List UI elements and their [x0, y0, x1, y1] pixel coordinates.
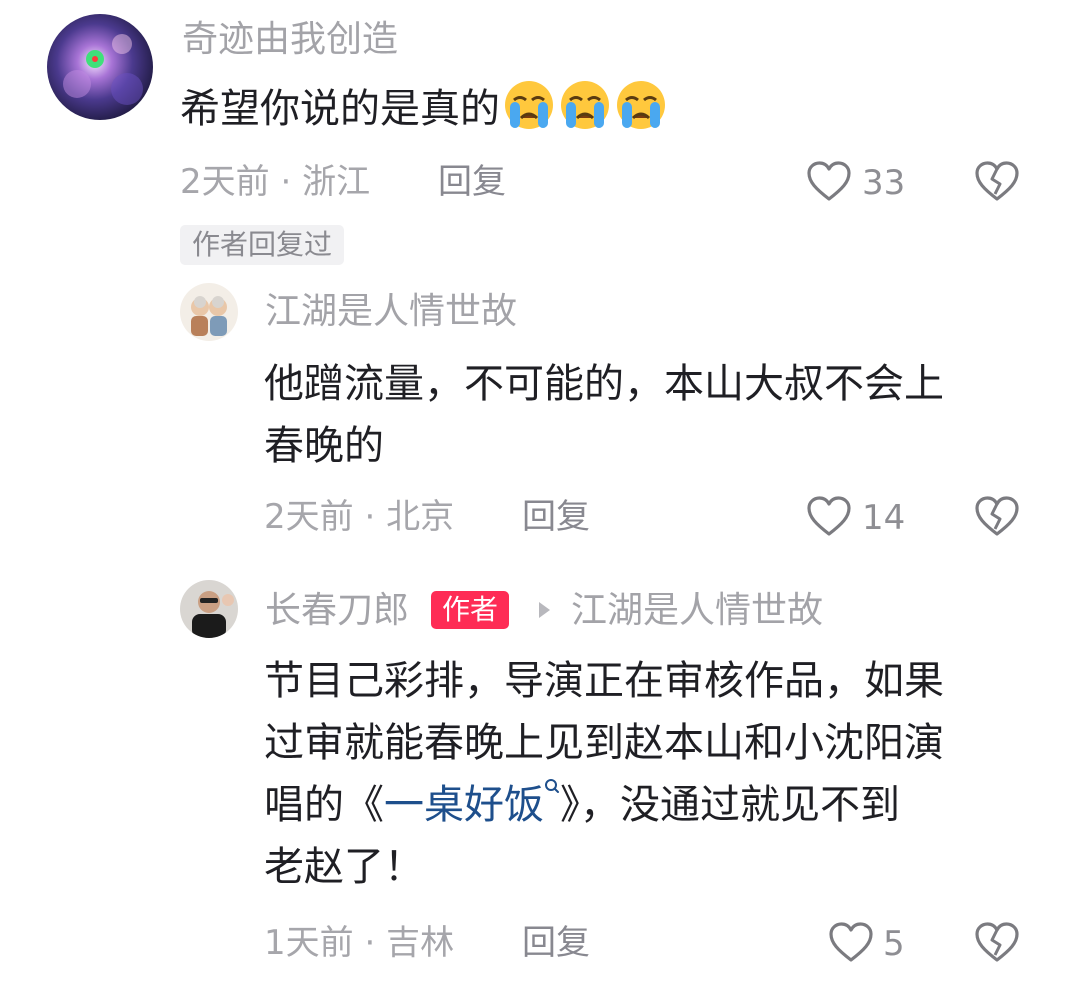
comment-meta: 1天前 · 吉林 [264, 923, 454, 963]
dislike-broken-heart-icon[interactable] [974, 160, 1020, 206]
comment-text-line: 过审就能春晚上见到赵本山和小沈阳演 [264, 720, 944, 766]
comment-time: 2天前 [180, 162, 270, 202]
search-icon[interactable] [544, 779, 560, 828]
meta-separator: · [364, 923, 376, 963]
comment-location: 北京 [386, 497, 455, 537]
like-count: 33 [862, 163, 906, 203]
like-count: 5 [883, 924, 905, 964]
reply-arrow-icon [536, 600, 552, 624]
reply-button[interactable]: 回复 [438, 162, 506, 202]
comment-text-line: 春晚的 [264, 423, 384, 469]
comment-username[interactable]: 长春刀郎 [265, 589, 409, 633]
comment-text-line: 他蹭流量，不可能的，本山大叔不会上 [264, 361, 944, 407]
author-replied-tag[interactable]: 作者回复过 [180, 225, 345, 265]
like-count: 14 [862, 498, 906, 538]
comment-text: 他蹭流量，不可能的，本山大叔不会上 春晚的 [264, 353, 944, 477]
avatar[interactable] [180, 283, 238, 341]
comment-time: 2天前 [264, 497, 354, 537]
dislike-broken-heart-icon[interactable] [974, 495, 1020, 541]
avatar-image [180, 283, 238, 341]
comment-location: 吉林 [386, 923, 455, 963]
comment-text: 希望你说的是真的 [180, 78, 668, 140]
like-heart-icon[interactable] [806, 495, 852, 541]
comment-meta: 2天前 · 浙江 [180, 162, 370, 202]
emoji-crying-face-icon [500, 81, 668, 132]
like-heart-icon[interactable] [828, 921, 874, 967]
like-heart-icon[interactable] [806, 160, 852, 206]
avatar-image [180, 580, 238, 638]
text-fragment: 》，没通过就见不到 [560, 782, 900, 828]
reply-button[interactable]: 回复 [522, 497, 590, 537]
search-link[interactable]: 一桌好饭 [384, 782, 544, 828]
meta-separator: · [280, 162, 292, 202]
avatar[interactable] [47, 14, 153, 120]
comment-time: 1天前 [264, 923, 354, 963]
comment-meta: 2天前 · 北京 [264, 497, 454, 537]
comment-text-content: 希望你说的是真的 [180, 86, 500, 132]
reply-button[interactable]: 回复 [522, 923, 590, 963]
comment-username[interactable]: 奇迹由我创造 [182, 18, 398, 62]
text-fragment: 唱的《 [264, 782, 384, 828]
comment-text: 节目己彩排，导演正在审核作品，如果 过审就能春晚上见到赵本山和小沈阳演 唱的《一… [264, 650, 944, 898]
avatar-image [47, 14, 153, 120]
comment-text-line: 节目己彩排，导演正在审核作品，如果 [264, 658, 944, 704]
reply-to-username[interactable]: 江湖是人情世故 [571, 589, 823, 633]
author-badge: 作者 [431, 591, 510, 629]
avatar[interactable] [180, 580, 238, 638]
meta-separator: · [364, 497, 376, 537]
comment-location: 浙江 [302, 162, 371, 202]
comment-text-line: 唱的《一桌好饭 》，没通过就见不到 [264, 774, 944, 836]
comment-text-line: 老赵了！ [264, 844, 424, 890]
dislike-broken-heart-icon[interactable] [974, 921, 1020, 967]
comment-username[interactable]: 江湖是人情世故 [265, 290, 517, 334]
